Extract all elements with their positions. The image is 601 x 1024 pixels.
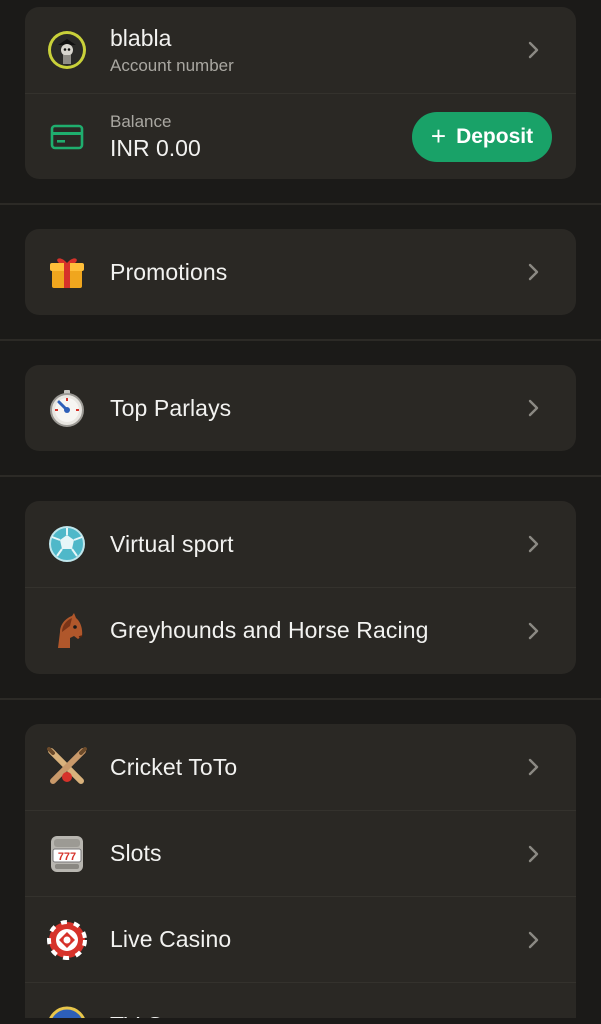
bottom-edge (0, 1018, 601, 1024)
chevron-right-icon (528, 399, 539, 417)
cricket-bats-icon (47, 747, 87, 787)
divider (0, 203, 601, 205)
balance-label: Balance (110, 111, 172, 131)
account-number-label: Account number (110, 55, 234, 75)
chevron-right-icon (528, 535, 539, 553)
divider (0, 339, 601, 341)
account-row[interactable]: blabla Account number (25, 7, 576, 93)
wallet-icon (47, 117, 87, 157)
menu-item-slots[interactable]: 777 Slots (25, 810, 576, 896)
virtual-ball-icon (47, 524, 87, 564)
slot-machine-icon: 777 (47, 834, 87, 874)
balance-row: Balance INR 0.00 + Deposit (25, 93, 576, 179)
menu-item-label: Greyhounds and Horse Racing (110, 617, 429, 643)
chevron-right-icon (528, 263, 539, 281)
plus-icon: + (430, 120, 447, 151)
horse-head-icon (47, 611, 87, 651)
menu-item-label: Slots (110, 840, 162, 866)
virtual-sports-card: Virtual sport Greyhounds and Horse Racin… (25, 501, 576, 674)
menu-item-label: Promotions (110, 258, 228, 285)
pirate-avatar-icon (47, 30, 87, 70)
menu-item-label: Top Parlays (110, 394, 232, 421)
stopwatch-icon (47, 388, 87, 428)
divider (0, 698, 601, 700)
menu-item-top-parlays[interactable]: Top Parlays (25, 365, 576, 451)
chevron-right-icon (528, 845, 539, 862)
deposit-button[interactable]: + Deposit (412, 111, 552, 162)
svg-text:777: 777 (58, 851, 76, 863)
promotions-card: Promotions (25, 229, 576, 315)
menu-item-cricket-toto[interactable]: Cricket ToTo (25, 724, 576, 810)
casino-chip-icon (47, 919, 87, 960)
account-card: blabla Account number Balance INR 0.00 +… (25, 7, 576, 179)
menu-item-live-casino[interactable]: Live Casino (25, 896, 576, 982)
balance-value: INR 0.00 (110, 134, 201, 161)
profile-menu-page: blabla Account number Balance INR 0.00 +… (0, 0, 601, 1024)
chevron-right-icon (528, 758, 539, 776)
chevron-right-icon (528, 622, 539, 639)
chevron-right-icon (528, 41, 539, 59)
menu-item-label: Cricket ToTo (110, 753, 238, 780)
menu-item-promotions[interactable]: Promotions (25, 229, 576, 315)
gift-icon (47, 252, 87, 292)
menu-item-virtual-sport[interactable]: Virtual sport (25, 501, 576, 587)
menu-item-label: Virtual sport (110, 530, 234, 557)
menu-item-label: Live Casino (110, 926, 232, 952)
divider (0, 475, 601, 477)
account-username: blabla (110, 24, 172, 51)
top-parlays-card: Top Parlays (25, 365, 576, 451)
deposit-label: Deposit (456, 124, 534, 148)
chevron-right-icon (528, 931, 539, 948)
menu-item-greyhounds-horse-racing[interactable]: Greyhounds and Horse Racing (25, 587, 576, 673)
games-card: Cricket ToTo 777 Slots Live Casino (25, 724, 576, 1024)
